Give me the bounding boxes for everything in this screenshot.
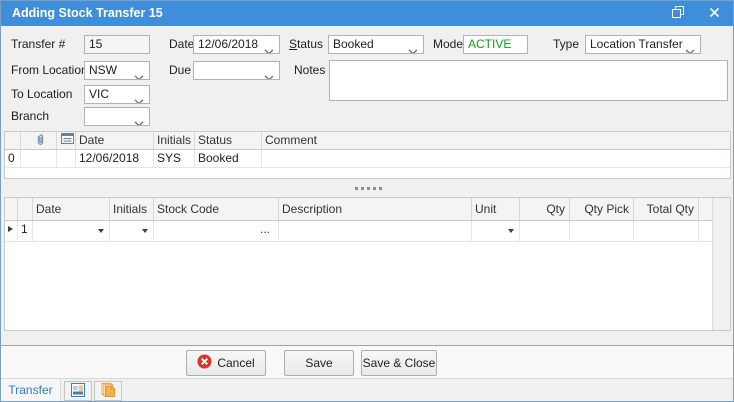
status-label: Status	[289, 35, 323, 54]
row-filler	[699, 221, 712, 241]
notes-textarea[interactable]	[329, 60, 728, 101]
cancel-icon	[197, 354, 212, 372]
transfer-no-field[interactable]: 15	[84, 35, 150, 54]
branch-label: Branch	[11, 107, 49, 126]
window-title: Adding Stock Transfer 15	[12, 1, 163, 26]
items-grid-header-indicator	[5, 198, 18, 220]
from-location-label: From Location	[11, 61, 88, 80]
type-combo[interactable]: Location Transfer	[585, 35, 701, 54]
status-grid: Date Initials Status Comment 0 12/06/201…	[4, 131, 731, 179]
items-grid-header-date[interactable]: Date	[33, 198, 110, 220]
items-grid-header-filler	[699, 198, 712, 220]
vertical-scrollbar[interactable]	[712, 198, 730, 330]
dropdown-arrow-icon[interactable]	[98, 229, 104, 233]
chevron-down-icon[interactable]	[408, 43, 418, 54]
close-button[interactable]	[705, 6, 723, 21]
row-indicator-cell	[5, 221, 18, 241]
memo-cell[interactable]	[57, 150, 76, 167]
tab-transfer[interactable]: Transfer	[1, 379, 61, 402]
save-and-close-button[interactable]: Save & Close	[361, 350, 437, 376]
due-label: Due	[169, 61, 191, 80]
titlebar: Adding Stock Transfer 15	[1, 1, 733, 26]
close-icon	[709, 7, 720, 21]
status-grid-header-rownum	[5, 132, 21, 149]
items-grid-header-description[interactable]: Description	[279, 198, 472, 220]
items-grid-header-row: Date Initials Stock Code Description Uni…	[5, 198, 712, 221]
status-value: Booked	[333, 37, 374, 51]
row-indicator-icon	[8, 226, 13, 232]
cancel-button[interactable]: Cancel	[186, 350, 266, 376]
ellipsis-button[interactable]: ...	[260, 222, 270, 236]
status-grid-header-date[interactable]: Date	[76, 132, 154, 149]
stacked-documents-icon	[100, 382, 116, 401]
attachment-cell[interactable]	[21, 150, 57, 167]
tab-report[interactable]	[64, 381, 92, 401]
items-grid-header-total-qty[interactable]: Total Qty	[634, 198, 699, 220]
status-grid-header-status[interactable]: Status	[195, 132, 262, 149]
mode-label: Mode	[433, 35, 463, 54]
paperclip-icon	[35, 133, 46, 149]
chevron-down-icon[interactable]	[134, 115, 144, 126]
mode-field: ACTIVE	[463, 35, 528, 54]
date-value: 12/06/2018	[198, 37, 258, 51]
stock-transfer-dialog: Adding Stock Transfer 15 Transfer # 15 D…	[0, 0, 734, 402]
items-grid-header-initials[interactable]: Initials	[110, 198, 154, 220]
tab-copies[interactable]	[94, 381, 122, 401]
chevron-down-icon[interactable]	[264, 69, 274, 80]
transfer-no-label: Transfer #	[11, 35, 65, 54]
status-grid-header-attachment[interactable]	[21, 132, 57, 149]
stock-code-edit-cell[interactable]: ...	[154, 221, 279, 241]
restore-icon	[672, 6, 684, 21]
type-label: Type	[553, 35, 579, 54]
save-button[interactable]: Save	[284, 350, 354, 376]
description-cell[interactable]	[279, 221, 472, 241]
initials-cell[interactable]: SYS	[154, 150, 195, 167]
chevron-down-icon[interactable]	[134, 93, 144, 104]
dropdown-arrow-icon[interactable]	[142, 229, 148, 233]
status-grid-header-comment[interactable]: Comment	[262, 132, 730, 149]
comment-cell[interactable]	[262, 150, 730, 167]
status-grid-header-row: Date Initials Status Comment	[5, 132, 730, 150]
date-label: Date	[169, 35, 194, 54]
from-location-combo[interactable]: NSW	[84, 61, 150, 80]
qty-cell[interactable]	[520, 221, 570, 241]
due-combo[interactable]	[193, 61, 280, 80]
memo-icon	[61, 133, 74, 149]
items-grid-header-qty[interactable]: Qty	[520, 198, 570, 220]
report-document-icon	[70, 382, 86, 401]
initials-edit-cell[interactable]	[110, 221, 154, 241]
branch-combo[interactable]	[84, 107, 150, 126]
restore-button[interactable]	[669, 6, 687, 21]
items-grid: Date Initials Stock Code Description Uni…	[4, 197, 731, 331]
status-cell[interactable]: Booked	[195, 150, 262, 167]
row-number-cell: 1	[18, 221, 33, 241]
date-cell[interactable]: 12/06/2018	[76, 150, 154, 167]
qty-pick-cell[interactable]	[570, 221, 634, 241]
date-edit-cell[interactable]	[33, 221, 110, 241]
chevron-down-icon[interactable]	[264, 43, 274, 54]
status-combo[interactable]: Booked	[328, 35, 424, 54]
chevron-down-icon[interactable]	[685, 43, 695, 54]
dropdown-arrow-icon[interactable]	[508, 229, 514, 233]
splitter-handle[interactable]	[1, 182, 734, 194]
notes-label: Notes	[294, 61, 325, 80]
chevron-down-icon[interactable]	[134, 69, 144, 80]
status-grid-header-initials[interactable]: Initials	[154, 132, 195, 149]
items-grid-header-unit[interactable]: Unit	[472, 198, 520, 220]
total-qty-cell[interactable]	[634, 221, 699, 241]
type-value: Location Transfer	[590, 37, 683, 51]
to-location-label: To Location	[11, 85, 72, 104]
date-combo[interactable]: 12/06/2018	[193, 35, 280, 54]
status-grid-row: 0 12/06/2018 SYS Booked	[5, 150, 730, 168]
from-location-value: NSW	[89, 63, 117, 77]
items-grid-header-rownum	[18, 198, 33, 220]
items-grid-header-qty-pick[interactable]: Qty Pick	[570, 198, 634, 220]
to-location-combo[interactable]: VIC	[84, 85, 150, 104]
to-location-value: VIC	[89, 87, 109, 101]
items-grid-header-stock-code[interactable]: Stock Code	[154, 198, 279, 220]
unit-edit-cell[interactable]	[472, 221, 520, 241]
items-grid-row: 1 ...	[5, 221, 712, 242]
status-grid-header-memo[interactable]	[57, 132, 76, 149]
row-number-cell: 0	[5, 150, 21, 167]
